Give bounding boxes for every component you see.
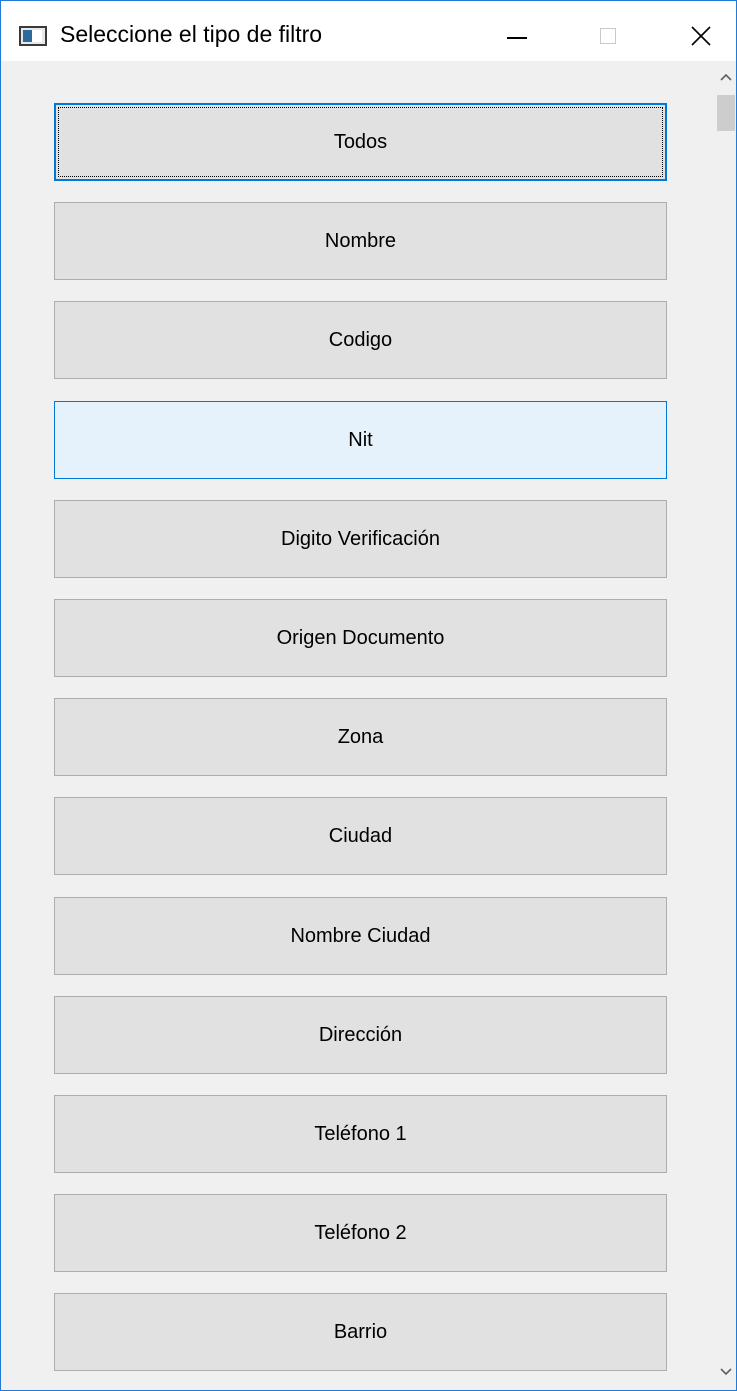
title-bar[interactable]: Seleccione el tipo de filtro <box>1 1 736 61</box>
focus-rectangle <box>58 107 663 177</box>
window-title: Seleccione el tipo de filtro <box>60 21 323 47</box>
maximize-button[interactable] <box>563 1 653 61</box>
filter-button[interactable]: Nit <box>54 401 667 479</box>
filter-button-label: Nombre Ciudad <box>290 924 431 947</box>
close-button[interactable] <box>651 1 736 61</box>
filter-button-label: Barrio <box>333 1320 388 1343</box>
close-icon <box>691 26 711 46</box>
filter-button[interactable]: Teléfono 2 <box>54 1194 667 1272</box>
scroll-up-button[interactable] <box>716 61 736 95</box>
app-icon-pane-dark <box>23 30 32 42</box>
filter-button-label: Nombre <box>324 229 397 252</box>
filter-button[interactable]: Todos <box>54 103 667 181</box>
minimize-button[interactable] <box>471 1 561 61</box>
filter-button-label: Nit <box>348 428 373 451</box>
chevron-down-icon <box>720 1368 732 1376</box>
filter-button[interactable]: Teléfono 1 <box>54 1095 667 1173</box>
filter-button[interactable]: Dirección <box>54 996 667 1074</box>
filter-button-label: Dirección <box>318 1023 403 1046</box>
window-app-icon <box>19 26 47 46</box>
filter-button-label: Zona <box>337 725 384 748</box>
filter-button[interactable]: Zona <box>54 698 667 776</box>
filter-button[interactable]: Codigo <box>54 301 667 379</box>
app-icon-pane-light <box>32 30 42 42</box>
filter-button[interactable]: Origen Documento <box>54 599 667 677</box>
scroll-down-button[interactable] <box>716 1356 736 1390</box>
filter-button-label: Codigo <box>328 328 393 351</box>
filter-button-list: Todos Nombre Codigo Nit Digito Verificación O… <box>1 61 716 1390</box>
scroll-thumb[interactable] <box>717 95 735 131</box>
filter-button-label: Ciudad <box>328 824 393 847</box>
minimize-icon <box>507 37 527 39</box>
filter-button-label: Teléfono 1 <box>314 1122 407 1145</box>
filter-button[interactable]: Digito Verificación <box>54 500 667 578</box>
filter-button[interactable]: Nombre Ciudad <box>54 897 667 975</box>
filter-button-label: Origen Documento <box>276 626 445 649</box>
filter-button[interactable]: Nombre <box>54 202 667 280</box>
filter-button[interactable]: Ciudad <box>54 797 667 875</box>
filter-type-dialog: Seleccione el tipo de filtro Todos Nombre… <box>0 0 737 1391</box>
filter-button-label: Teléfono 2 <box>314 1221 407 1244</box>
maximize-icon <box>600 28 616 44</box>
filter-button-label: Digito Verificación <box>281 527 440 550</box>
chevron-up-icon <box>720 73 732 81</box>
filter-button[interactable]: Barrio <box>54 1293 667 1371</box>
vertical-scrollbar[interactable] <box>716 61 736 1390</box>
